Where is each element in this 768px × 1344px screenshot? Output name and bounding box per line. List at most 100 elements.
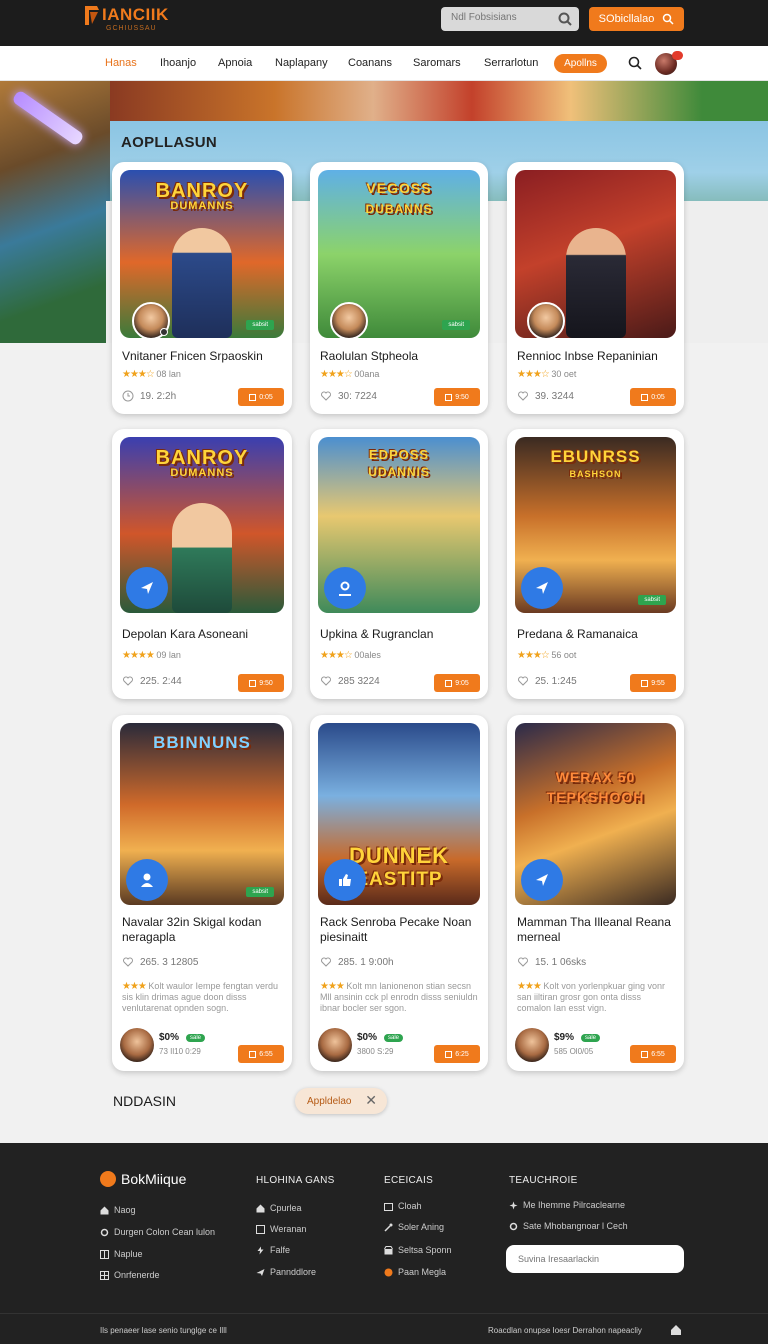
card-rating: ★★★☆ 00ana	[320, 369, 380, 380]
logo[interactable]: IANCIIK GCHIUSSAU	[84, 4, 169, 32]
card-title[interactable]: Rack Senroba Pecake Noan piesinaitt	[320, 915, 480, 945]
nav-item-6[interactable]: Saromars	[413, 57, 461, 69]
home-icon	[256, 1204, 265, 1212]
card-action-button[interactable]: 0:05	[630, 388, 676, 406]
nav-item-2[interactable]: Ihoanjo	[160, 57, 196, 69]
footer-link[interactable]: Weranan	[256, 1224, 306, 1234]
clock-icon	[122, 390, 134, 402]
card-profile-button[interactable]	[324, 567, 366, 609]
author-avatar[interactable]	[318, 1028, 352, 1062]
edit-icon	[249, 679, 257, 687]
gear-icon	[100, 1228, 109, 1236]
card-play-button[interactable]	[521, 859, 563, 901]
footer-brand[interactable]: BokMiique	[100, 1171, 186, 1187]
card-action-button[interactable]: 9:50	[238, 674, 284, 692]
search-icon[interactable]	[627, 55, 643, 71]
card-rating: ★★★☆ 30 oet	[517, 369, 577, 380]
card-character	[565, 228, 626, 338]
nav-item-4[interactable]: Naplapany	[275, 57, 328, 69]
nav-item-3[interactable]: Apnoia	[218, 57, 252, 69]
game-card[interactable]: DUNNEK EASTITP Rack Senroba Pecake Noan …	[310, 715, 488, 1071]
logo-subtitle: GCHIUSSAU	[106, 25, 157, 32]
card-character	[172, 228, 232, 338]
card-play-button[interactable]	[521, 567, 563, 609]
card-action-button[interactable]: 9:55	[630, 674, 676, 692]
footer-link[interactable]: Naplue	[100, 1249, 143, 1259]
card-action-button[interactable]: 9:50	[434, 388, 480, 406]
game-card[interactable]: WERAX 50 TEPKSHOOH Mamman Tha Illeanal R…	[507, 715, 684, 1071]
card-avatar	[527, 302, 565, 338]
game-card[interactable]: BBINNUNS sabsit Navalar 32in Skigal koda…	[112, 715, 292, 1071]
author-avatar[interactable]	[515, 1028, 549, 1062]
card-action-button[interactable]: 6:55	[630, 1045, 676, 1063]
card-title[interactable]: Upkina & Rugranclan	[320, 627, 433, 642]
footer-brand-name: BokMiique	[121, 1171, 187, 1187]
card-action-button[interactable]: 6:25	[434, 1045, 480, 1063]
footer-link[interactable]: Onrfenerde	[100, 1270, 160, 1280]
footer-link[interactable]: Seltsa Sponn	[384, 1245, 452, 1255]
footer-link[interactable]: Cpurlea	[256, 1203, 302, 1213]
star-rating-icon: ★★★☆	[320, 369, 353, 380]
footer-link[interactable]: Paan Megla	[384, 1267, 446, 1277]
search-icon[interactable]	[557, 11, 573, 27]
card-title[interactable]: Depolan Kara Asoneani	[122, 627, 248, 642]
card-artwork: EDPOSS UDANNIS	[318, 437, 480, 613]
filter-chip-label: Appldelao	[307, 1095, 352, 1107]
game-card[interactable]: BANROY DUMANNS sabsit Vnitaner Fnicen Sr…	[112, 162, 292, 414]
newsletter-email-input[interactable]	[506, 1245, 684, 1273]
nav-apps-pill[interactable]: Apollns	[554, 54, 607, 73]
footer-legal-links[interactable]: Roacdlan onupse Ioesr Derrahon napeacliy	[488, 1326, 642, 1335]
footer-link[interactable]: Falfe	[256, 1245, 290, 1255]
nav-item-5[interactable]: Coanans	[348, 57, 392, 69]
card-title[interactable]: Mamman Tha Illeanal Reana merneal	[517, 915, 677, 945]
star-rating-icon: ★★★☆	[517, 369, 550, 380]
card-art-subtitle: UDANNIS	[368, 465, 430, 479]
star-rating-icon: ★★★☆	[320, 650, 353, 661]
card-title[interactable]: Predana & Ramanaica	[517, 627, 638, 642]
card-like-button[interactable]	[324, 859, 366, 901]
nav-item-home[interactable]: Hanas	[105, 57, 137, 69]
game-card[interactable]: VEGOSS DUBANNS sabsit Raolulan Stpheola …	[310, 162, 488, 414]
footer-link[interactable]: Cloah	[384, 1201, 422, 1211]
game-card[interactable]: BANROY DUMANNS Depolan Kara Asoneani ★★★…	[112, 429, 292, 699]
heart-icon	[123, 957, 133, 967]
nav-item-7[interactable]: Serrarlotun	[484, 57, 538, 69]
card-character	[172, 503, 232, 613]
hero-art-band	[110, 81, 768, 121]
game-card[interactable]: Rennioc Inbse Repaninian ★★★☆ 30 oet 39.…	[507, 162, 684, 414]
store-icon	[384, 1245, 393, 1254]
card-action-button[interactable]: 6:55	[238, 1045, 284, 1063]
footer-link[interactable]: Sate Mhobangnoar l Cech	[509, 1221, 628, 1231]
card-title[interactable]: Raolulan Stpheola	[320, 349, 418, 364]
top-action-button[interactable]: SObicllalao	[589, 7, 684, 31]
card-price: $0%	[357, 1032, 378, 1043]
footer-link[interactable]: Me Ihemme Pilrcaclearne	[509, 1200, 625, 1210]
card-title[interactable]: Vnitaner Fnicen Srpaoskin	[122, 349, 263, 364]
card-action-button[interactable]: 0:05	[238, 388, 284, 406]
home-icon[interactable]	[670, 1324, 682, 1336]
card-artwork: VEGOSS DUBANNS sabsit	[318, 170, 480, 338]
footer-link[interactable]: Naog	[100, 1205, 136, 1215]
card-art-title: VEGOSS	[366, 180, 432, 196]
filter-chip[interactable]: Appldelao ✕	[295, 1088, 387, 1114]
card-profile-button[interactable]	[126, 859, 168, 901]
card-artwork: BANROY DUMANNS	[120, 437, 284, 613]
author-avatar[interactable]	[120, 1028, 154, 1062]
search-input[interactable]	[451, 12, 551, 23]
game-card[interactable]: EBUNRSS BASHSON sabsit Predana & Ramanai…	[507, 429, 684, 699]
game-card[interactable]: EDPOSS UDANNIS Upkina & Rugranclan ★★★☆ …	[310, 429, 488, 699]
card-title[interactable]: Navalar 32in Skigal kodan neragapla	[122, 915, 282, 945]
card-artwork: BANROY DUMANNS sabsit	[120, 170, 284, 338]
footer-link[interactable]: Pannddlore	[256, 1267, 316, 1277]
card-action-button[interactable]: 9:05	[434, 674, 480, 692]
card-description: ★★★ Kolt von yorlenpkuar ging vonr san i…	[517, 981, 665, 1013]
card-description: ★★★ Kolt mn lanionenon stian secsn Mll a…	[320, 981, 478, 1013]
card-play-button[interactable]	[126, 567, 168, 609]
card-title[interactable]: Rennioc Inbse Repaninian	[517, 349, 658, 364]
footer-link[interactable]: Soler Aning	[384, 1222, 444, 1232]
star-rating-icon: ★★★★	[122, 650, 155, 661]
close-icon[interactable]: ✕	[365, 1092, 377, 1109]
footer-link[interactable]: Durgen Colon Cean lulon	[100, 1227, 215, 1237]
edit-icon	[641, 1050, 649, 1058]
gear-icon	[509, 1222, 518, 1230]
